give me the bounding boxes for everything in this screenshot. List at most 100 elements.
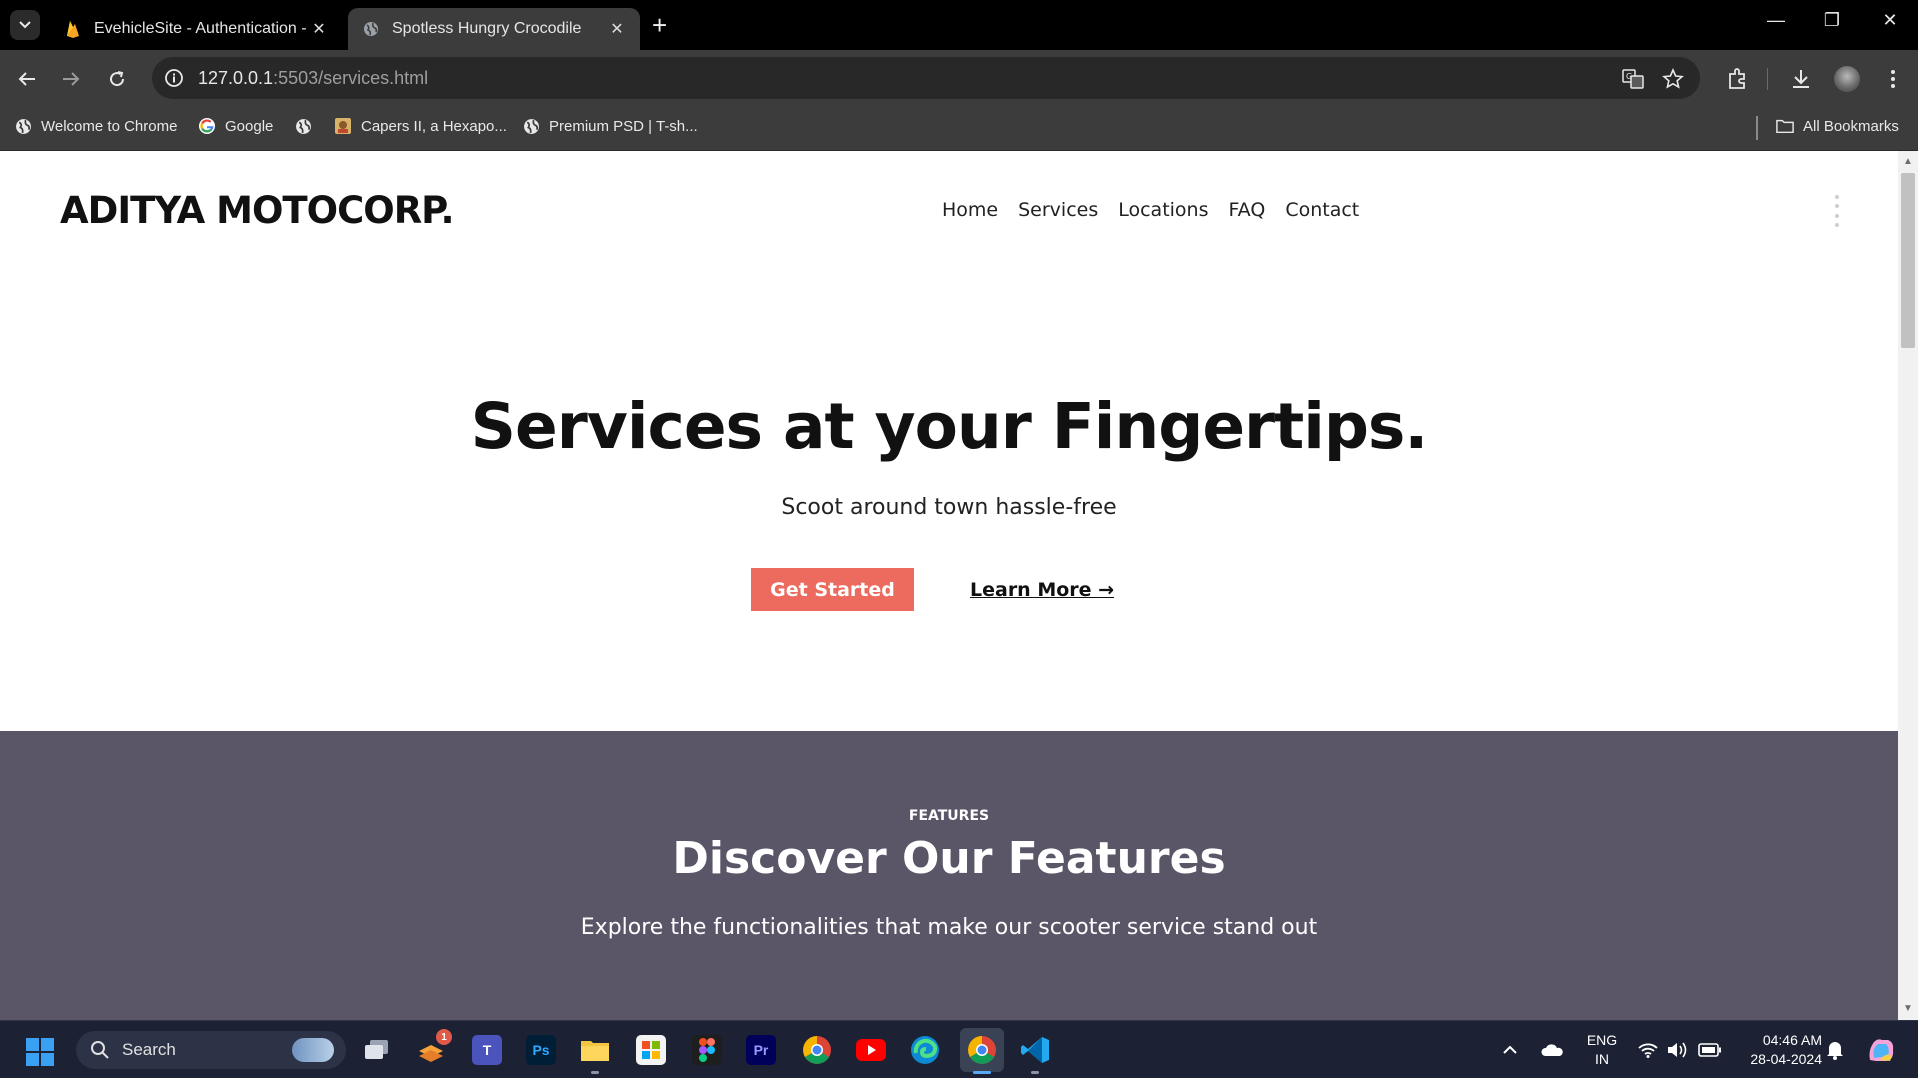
globe-icon — [522, 117, 540, 135]
bookmark-untitled[interactable] — [294, 117, 321, 135]
features-subtitle: Explore the functionalities that make ou… — [580, 915, 1318, 940]
all-bookmarks-label: All Bookmarks — [1803, 117, 1899, 135]
photoshop-icon[interactable]: Ps — [526, 1035, 556, 1065]
teams-icon[interactable]: T — [472, 1035, 502, 1065]
all-bookmarks-button[interactable]: All Bookmarks — [1776, 117, 1899, 135]
minimize-icon[interactable]: — — [1756, 10, 1796, 31]
vscode-icon[interactable] — [1020, 1035, 1050, 1065]
learn-more-link[interactable]: Learn More → — [970, 568, 1114, 611]
forward-button[interactable] — [56, 64, 86, 94]
downloads-icon[interactable] — [1786, 64, 1816, 94]
show-hidden-icons-button[interactable] — [1502, 1021, 1518, 1078]
scroll-up-arrow-icon[interactable]: ▲ — [1903, 157, 1913, 167]
bookmark-label: Capers II, a Hexapo... — [361, 117, 507, 135]
youtube-icon[interactable] — [856, 1035, 886, 1065]
toolbar-divider — [1767, 68, 1768, 90]
figma-icon[interactable] — [692, 1035, 722, 1065]
running-indicator — [591, 1071, 599, 1074]
active-indicator — [973, 1071, 991, 1074]
profile-avatar[interactable] — [1832, 64, 1862, 94]
new-tab-button[interactable]: + — [652, 12, 667, 38]
nav-faq[interactable]: FAQ — [1229, 199, 1266, 221]
close-window-icon[interactable]: ✕ — [1870, 10, 1910, 31]
language-code: ENG — [1586, 1032, 1618, 1048]
bookmark-star-icon[interactable] — [1660, 66, 1686, 92]
taskbar-search-label: Search — [122, 1040, 176, 1059]
close-tab-icon[interactable]: ✕ — [608, 19, 626, 39]
reload-button[interactable] — [102, 64, 132, 94]
scroll-thumb[interactable] — [1901, 173, 1915, 348]
notification-bell-icon[interactable] — [1826, 1021, 1844, 1078]
back-button[interactable] — [12, 64, 42, 94]
tab-spotless-hungry-crocodile[interactable]: Spotless Hungry Crocodile ✕ — [348, 8, 640, 50]
scroll-down-arrow-icon[interactable]: ▼ — [1903, 1004, 1913, 1014]
nav-contact[interactable]: Contact — [1285, 199, 1359, 221]
extensions-icon[interactable] — [1722, 64, 1752, 94]
tab-evehicle-authentication[interactable]: EvehicleSite - Authentication - F ✕ — [50, 8, 342, 50]
notification-badge: 1 — [436, 1029, 452, 1045]
bookmark-thumb-icon — [334, 117, 352, 135]
region-code: IN — [1595, 1051, 1609, 1067]
nav-locations[interactable]: Locations — [1118, 199, 1208, 221]
site-logo[interactable]: ADITYA MOTOCORP. — [60, 189, 455, 232]
more-options-icon[interactable] — [1834, 195, 1840, 227]
chrome-menu-icon[interactable] — [1878, 64, 1908, 94]
globe-icon — [362, 20, 380, 38]
task-view-icon[interactable] — [362, 1035, 392, 1065]
google-icon — [198, 117, 216, 135]
svg-text:G: G — [1626, 72, 1632, 81]
page-viewport: ADITYA MOTOCORP. Home Services Locations… — [0, 151, 1898, 1020]
url-host: 127.0.0.1 — [198, 68, 274, 88]
features-eyebrow: FEATURES — [908, 808, 990, 824]
copilot-icon[interactable] — [1866, 1021, 1896, 1078]
bookmark-premium-psd[interactable]: Premium PSD | T-sh... — [522, 117, 698, 135]
avatar — [1834, 66, 1860, 92]
edge-icon[interactable] — [910, 1035, 940, 1065]
bookmark-label: Google — [225, 117, 274, 135]
get-started-button[interactable]: Get Started — [751, 568, 914, 611]
wifi-icon[interactable] — [1638, 1021, 1658, 1078]
nav-services[interactable]: Services — [1018, 199, 1098, 221]
chevron-down-icon — [19, 21, 31, 29]
taskbar-search[interactable]: Search — [76, 1031, 346, 1069]
restore-icon[interactable]: ❐ — [1812, 10, 1852, 31]
site-info-icon[interactable] — [162, 66, 186, 90]
folder-icon — [1776, 117, 1794, 135]
back-arrow-icon — [18, 72, 35, 86]
search-highlight-art — [292, 1038, 334, 1062]
windows-taskbar: Search 1 T Ps Pr ENG IN 04:46 AM 28-04-2… — [0, 1020, 1918, 1078]
microsoft-store-icon[interactable] — [636, 1035, 666, 1065]
main-nav: Home Services Locations FAQ Contact — [942, 199, 1359, 221]
hero-section: Services at your Fingertips. Scoot aroun… — [0, 271, 1898, 731]
file-explorer-icon[interactable] — [580, 1035, 610, 1065]
translate-icon[interactable]: G — [1620, 66, 1646, 92]
close-tab-icon[interactable]: ✕ — [310, 19, 328, 39]
widgets-icon[interactable]: 1 — [416, 1029, 452, 1065]
chrome-active-icon[interactable] — [960, 1028, 1004, 1072]
bookmark-google[interactable]: Google — [198, 117, 273, 135]
bookmark-label: Premium PSD | T-sh... — [549, 117, 698, 135]
nav-home[interactable]: Home — [942, 199, 998, 221]
premiere-pro-icon[interactable]: Pr — [746, 1035, 776, 1065]
system-clock[interactable]: 04:46 AM 28-04-2024 — [1736, 1031, 1822, 1069]
forward-arrow-icon — [63, 72, 80, 86]
language-indicator[interactable]: ENG IN — [1580, 1031, 1624, 1069]
search-icon — [91, 1041, 109, 1059]
bookmark-welcome-to-chrome[interactable]: Welcome to Chrome — [14, 117, 177, 135]
page-scrollbar[interactable]: ▲ ▼ — [1898, 151, 1918, 1020]
hero-subtitle: Scoot around town hassle-free — [781, 495, 1117, 520]
chrome-icon[interactable] — [802, 1035, 832, 1065]
tab-search-button[interactable] — [10, 10, 40, 40]
onedrive-icon[interactable] — [1540, 1021, 1564, 1078]
address-bar[interactable]: 127.0.0.1:5503/services.html G — [152, 57, 1700, 99]
volume-icon[interactable] — [1666, 1021, 1688, 1078]
hero-title: Services at your Fingertips. — [470, 390, 1429, 463]
windows-start-icon[interactable] — [26, 1038, 54, 1066]
bookmark-capers-ii[interactable]: Capers II, a Hexapo... — [334, 117, 507, 135]
url-text[interactable]: 127.0.0.1:5503/services.html — [198, 68, 428, 89]
battery-icon[interactable] — [1698, 1021, 1722, 1078]
bookmarks-divider — [1756, 116, 1758, 140]
browser-tab-bar: EvehicleSite - Authentication - F ✕ Spot… — [0, 0, 1918, 50]
clock-date: 28-04-2024 — [1750, 1051, 1822, 1067]
site-header: ADITYA MOTOCORP. Home Services Locations… — [0, 151, 1898, 271]
